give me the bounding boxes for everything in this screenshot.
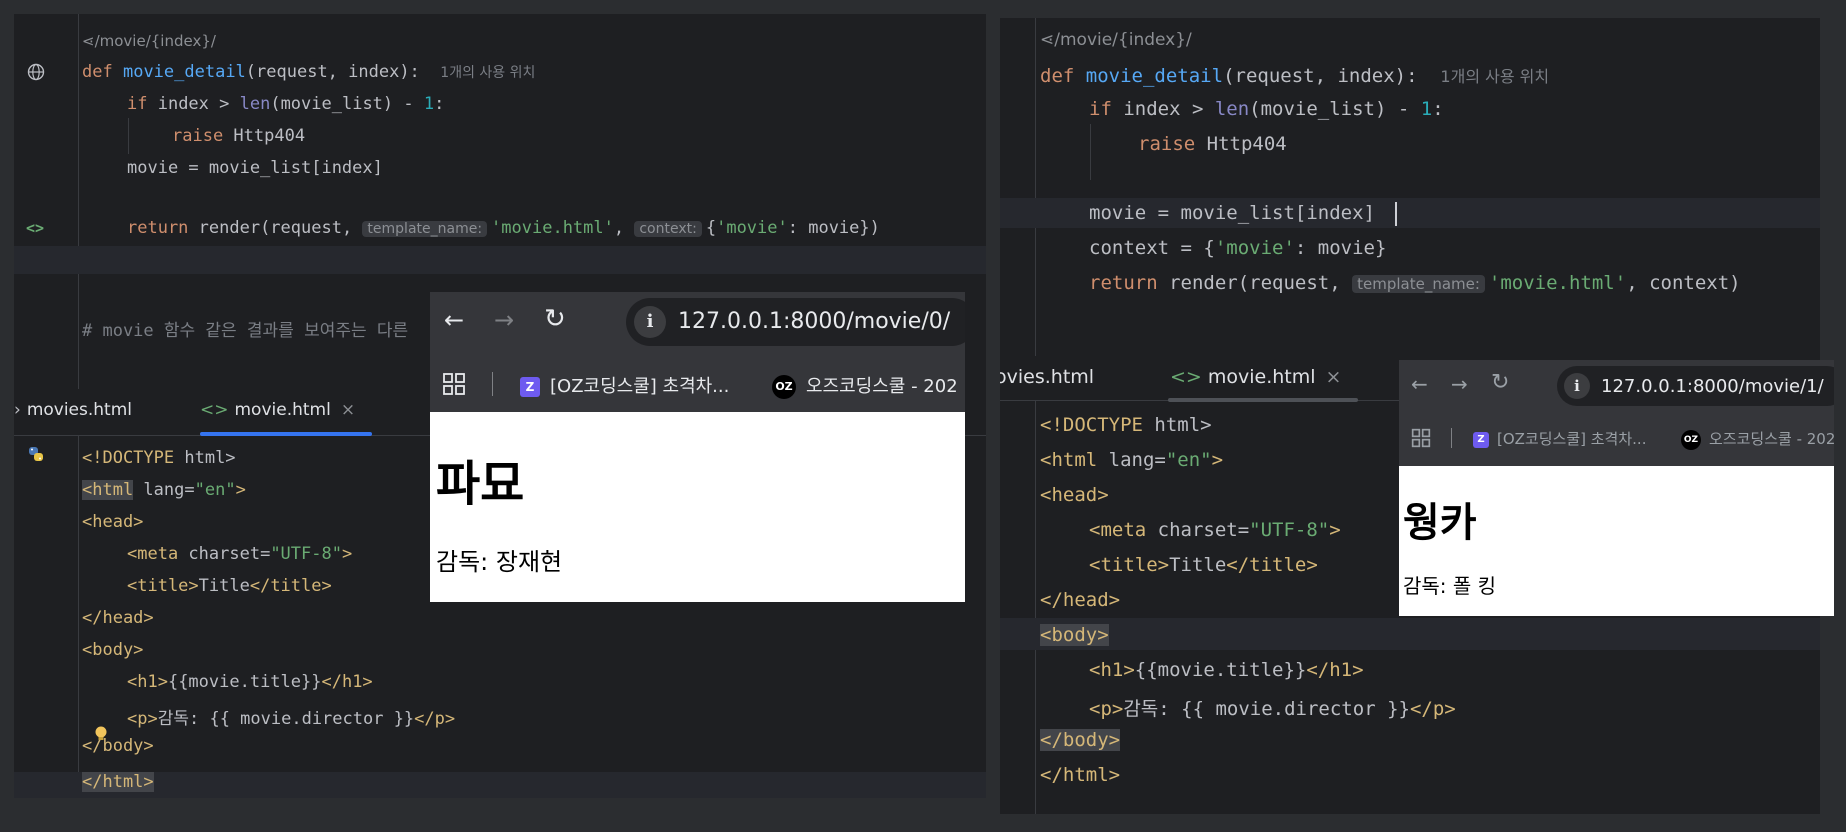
html-line-body-close[interactable]: </body> [82,736,154,756]
html-line-head-close[interactable]: </head> [1040,589,1120,611]
code-line-assign[interactable]: movie = movie_list[index] [127,158,383,178]
code-line-assign[interactable]: movie = movie_list[index] [1089,202,1375,224]
html-line-meta[interactable]: <meta charset="UTF-8"> [127,544,352,564]
bookmark-item[interactable]: Z [OZ코딩스쿨] 초격차... [520,372,729,398]
indent-guide [128,118,129,154]
html-line-html-end[interactable]: </html> [1040,764,1120,786]
oz-coding-z-icon: Z [1473,431,1489,448]
html-line-h1[interactable]: <h1>{{movie.title}}</h1> [1089,659,1364,681]
html-line-p[interactable]: <p>감독: {{ movie.director }}</p> [127,704,455,729]
info-icon[interactable]: i [1564,373,1590,399]
movie-title-heading: 웡카 [1403,500,1477,546]
html-line-html-end[interactable]: </html> [82,772,154,792]
html-line-body-close[interactable]: </body> [1040,729,1121,751]
current-line-highlight [1000,618,1820,650]
indent-guide [1090,124,1091,180]
code-line-if[interactable]: if index > len(movie_list) - 1: [127,94,444,114]
gutter-divider [1035,18,1036,814]
usage-hint[interactable]: 1개의 사용 위치 [440,65,535,81]
tab-movies-html[interactable]: ovies.html [1000,366,1094,388]
bookmark-item[interactable]: OZ 오즈코딩스쿨 - 202 [772,372,958,399]
html-line-h1[interactable]: <h1>{{movie.title}}</h1> [127,672,373,692]
apps-grid-icon[interactable] [1411,428,1431,448]
back-icon[interactable]: ← [1411,372,1428,396]
url-text: 127.0.0.1:8000/movie/0/ [678,309,951,334]
usage-hint[interactable]: 1개의 사용 위치 [1440,67,1549,86]
html-line-doctype[interactable]: <!DOCTYPE html> [82,448,236,468]
url-text: 127.0.0.1:8000/movie/1/ [1601,376,1824,397]
movie-director-text: 감독: 폴 킹 [1403,574,1497,598]
active-tab-indicator [200,432,372,436]
html-file-icon: <> [200,400,229,420]
param-hint-template-name: template_name: [1352,275,1485,293]
movie-title-heading: 파묘 [436,456,525,512]
html-line-p[interactable]: <p>감독: {{ movie.director }}</p> [1089,694,1456,721]
text-cursor [1395,202,1397,226]
code-line-def[interactable]: def movie_detail(request, index): 1개의 사용… [1040,63,1549,87]
html-line-doctype[interactable]: <!DOCTYPE html> [1040,414,1212,436]
browser-viewport: 웡카 감독: 폴 킹 [1399,466,1834,616]
bookmarks-divider [492,372,493,396]
oz-logo-icon: OZ [772,375,796,399]
reload-icon[interactable]: ↻ [544,304,566,334]
chevron-right-icon: › [14,400,21,420]
code-line-comment[interactable]: # movie 함수 같은 결과를 보여주는 다른 [82,316,408,341]
browser-window-right: ← → ↻ i 127.0.0.1:8000/movie/1/ Z [OZ코딩스쿨… [1399,360,1834,616]
html-file-icon: <> [1170,366,1202,388]
lightbulb-icon[interactable] [94,726,108,742]
share-icon: ⋖ [1040,30,1055,50]
address-bar[interactable]: i 127.0.0.1:8000/movie/1/ [1557,366,1834,406]
back-icon[interactable]: ← [444,306,464,334]
bookmark-item[interactable]: OZ 오즈코딩스쿨 - 202 [1681,428,1834,450]
python-icon[interactable] [26,444,46,464]
code-line-context[interactable]: context = {'movie': movie} [1089,237,1386,259]
html-line-meta[interactable]: <meta charset="UTF-8"> [1089,519,1341,541]
html-line-title[interactable]: <title>Title</title> [127,576,332,596]
tab-movie-html[interactable]: <> movie.html × [1170,366,1341,388]
address-bar[interactable]: i 127.0.0.1:8000/movie/0/ [626,298,965,346]
forward-icon[interactable]: → [1451,372,1468,396]
html-line-html[interactable]: <html lang="en"> [82,480,246,500]
close-icon[interactable]: × [341,400,355,420]
html-line-body-open[interactable]: <body> [1040,624,1109,646]
browser-viewport: 파묘 감독: 장재현 [430,412,965,602]
html-line-head-open[interactable]: <head> [1040,484,1109,506]
route-hint[interactable]: ⋖/movie/{index}/ [1040,30,1192,50]
bookmark-item[interactable]: Z [OZ코딩스쿨] 초격차... [1473,428,1646,449]
oz-logo-icon: OZ [1681,429,1701,450]
apps-grid-icon[interactable] [442,372,466,396]
html-line-html[interactable]: <html lang="en"> [1040,449,1223,471]
reload-icon[interactable]: ↻ [1491,370,1509,395]
html-line-head-close[interactable]: </head> [82,608,154,628]
html-line-head-open[interactable]: <head> [82,512,143,532]
info-icon[interactable]: i [634,306,666,338]
current-line-highlight [14,246,986,274]
globe-icon[interactable] [26,62,46,82]
route-hint[interactable]: ⋖/movie/{index}/ [82,32,216,50]
code-line-if[interactable]: if index > len(movie_list) - 1: [1089,98,1444,120]
code-line-raise[interactable]: raise Http404 [1138,133,1287,155]
movie-director-text: 감독: 장재현 [436,548,563,576]
param-hint-context: context: [634,221,702,237]
code-line-return[interactable]: return render(request, template_name:'mo… [1089,272,1741,294]
html-line-body-open[interactable]: <body> [82,640,143,660]
forward-icon[interactable]: → [494,306,514,334]
param-hint-template-name: template_name: [362,221,488,237]
code-line-return[interactable]: return render(request, template_name:'mo… [127,218,880,238]
bookmarks-divider [1451,428,1452,448]
html-line-title[interactable]: <title>Title</title> [1089,554,1318,576]
active-tab-indicator [1168,398,1358,402]
html-gutter-icon[interactable]: <> [26,219,44,237]
share-icon: ⋖ [82,32,95,50]
browser-window-left: ← → ↻ i 127.0.0.1:8000/movie/0/ Z [OZ코딩스쿨… [430,292,965,602]
tab-movies-html[interactable]: › movies.html [14,400,132,420]
tab-movie-html[interactable]: <> movie.html × [200,400,355,420]
oz-coding-z-icon: Z [520,377,540,397]
close-icon[interactable]: × [1326,366,1342,388]
code-line-raise[interactable]: raise Http404 [172,126,305,146]
current-line-highlight [14,772,986,798]
code-line-def[interactable]: def movie_detail(request, index): 1개의 사용… [82,62,535,82]
